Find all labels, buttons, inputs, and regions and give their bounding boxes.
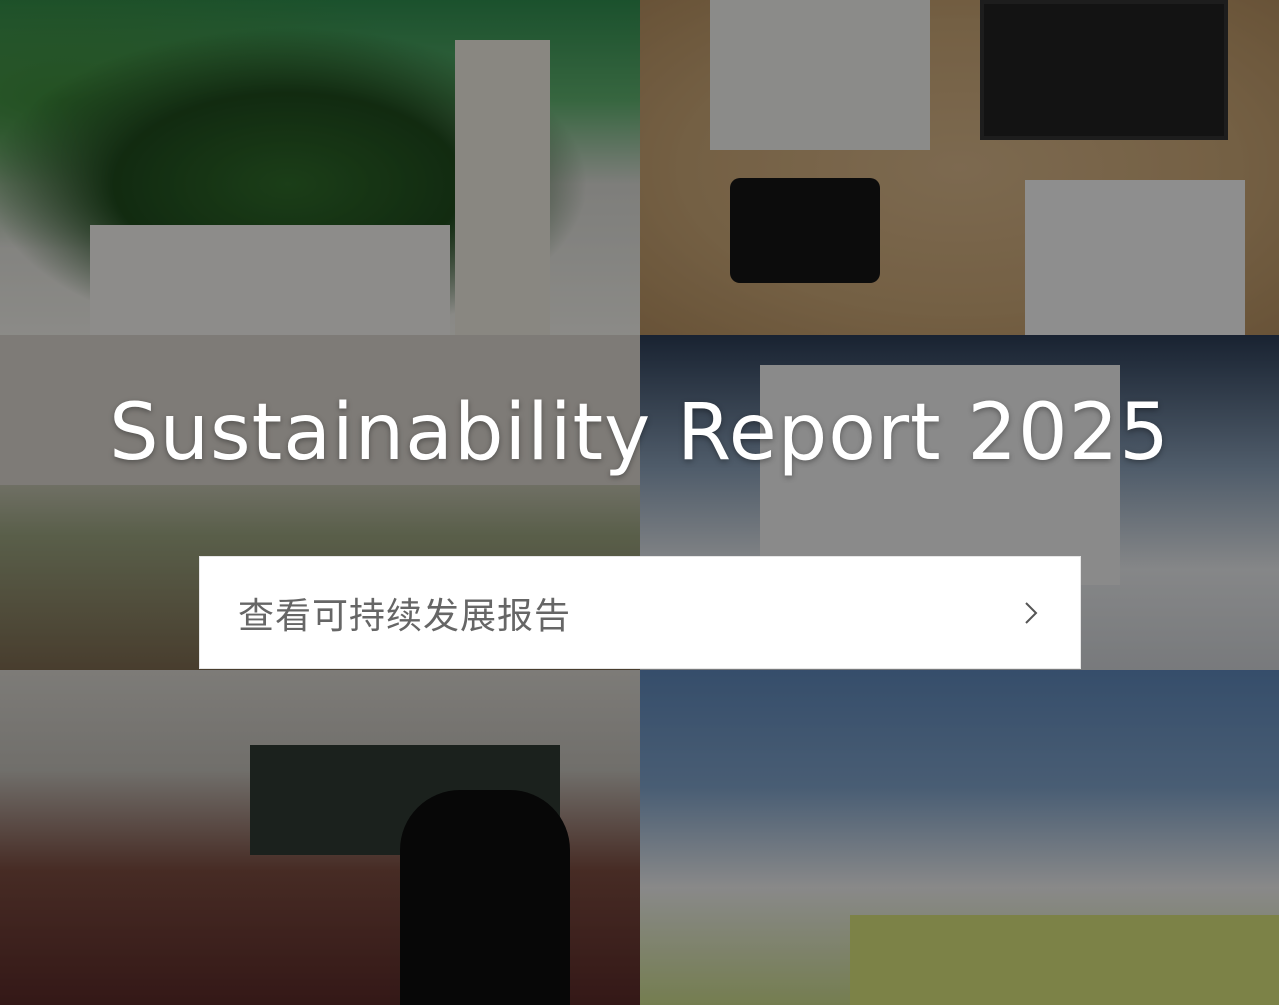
photo-collage [0, 0, 1279, 1005]
view-report-label: 查看可持续发展报告 [238, 595, 572, 637]
tablet-display [980, 0, 1228, 140]
info-sign [1025, 180, 1245, 335]
instructor [400, 790, 570, 1005]
camera-display [730, 178, 880, 283]
biodiversity-exhibit-photo [0, 0, 640, 335]
hero-banner: Sustainability Report 2025 查看可持续发展报告 [0, 0, 1279, 1005]
blackboard [250, 745, 560, 855]
chevron-right-icon [1025, 601, 1038, 624]
headphones-camera-exhibit-photo [640, 0, 1279, 335]
students-activity-photo [640, 670, 1279, 1005]
view-report-button[interactable]: 查看可持续发展报告 [199, 556, 1081, 669]
classroom-photo [0, 670, 640, 1005]
info-panel [455, 40, 550, 335]
planter-box [90, 225, 450, 335]
headphones-display [710, 0, 930, 150]
activity-table [850, 915, 1279, 1005]
page-title: Sustainability Report 2025 [109, 388, 1170, 478]
